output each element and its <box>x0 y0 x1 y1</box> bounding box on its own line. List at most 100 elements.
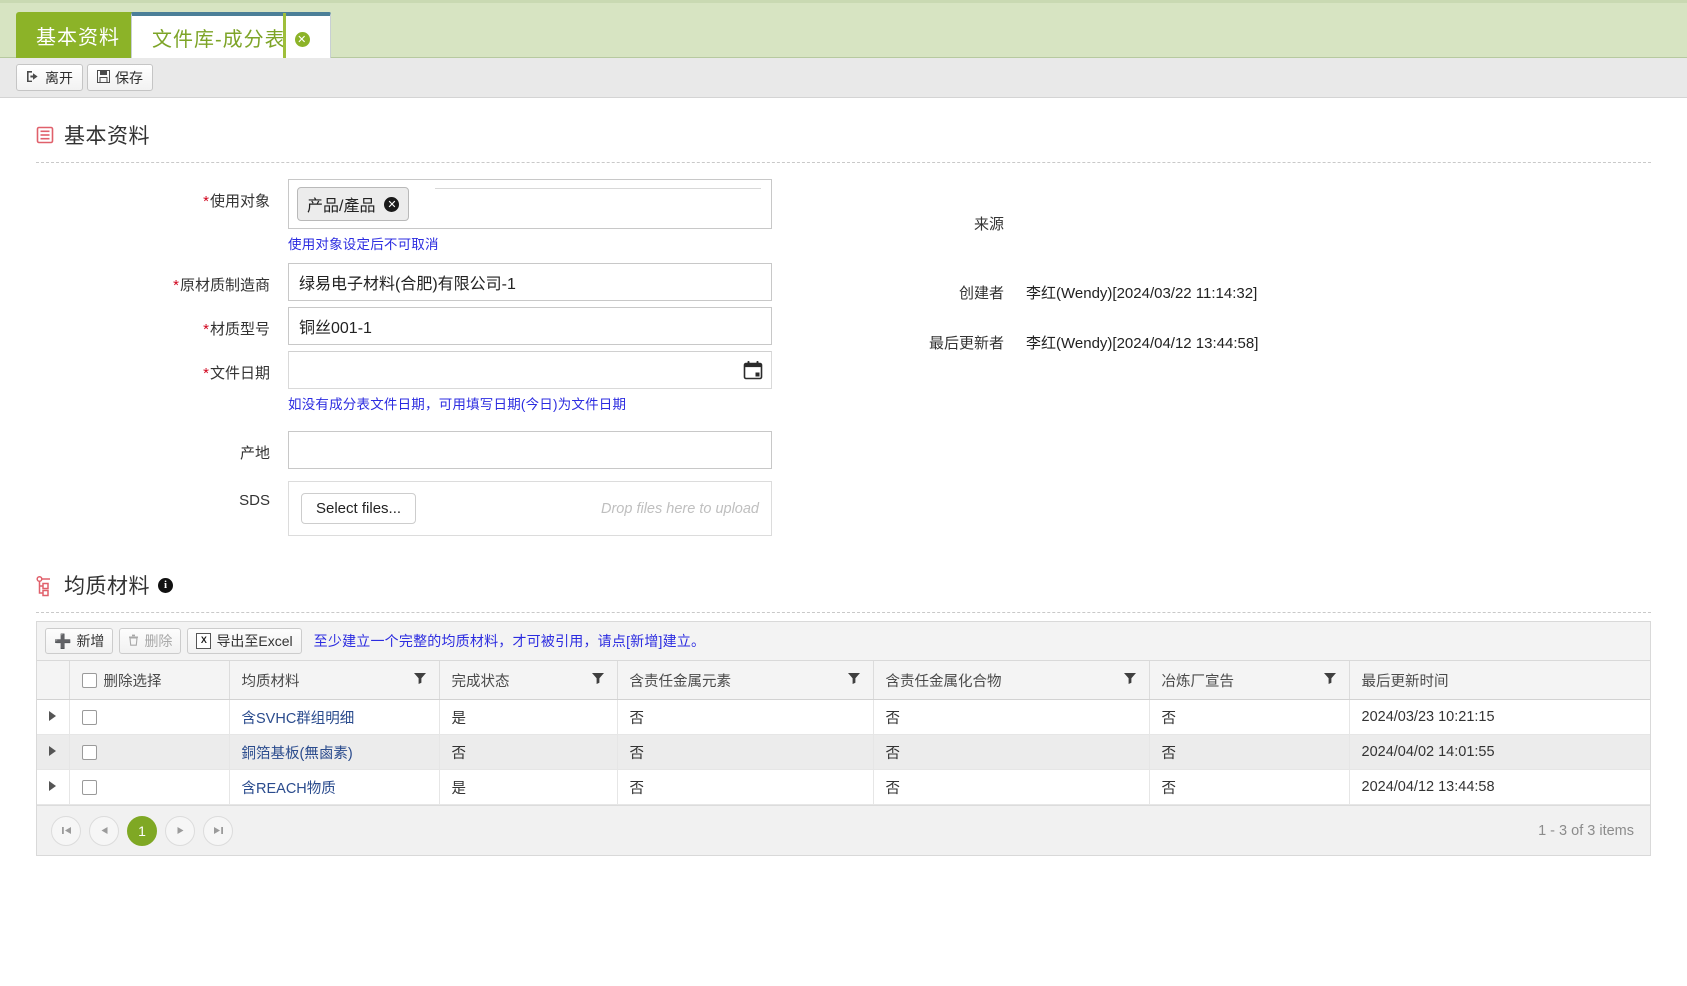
source-label: 来源 <box>973 215 1004 233</box>
leave-button[interactable]: 离开 <box>16 64 83 91</box>
row-checkbox[interactable] <box>81 709 97 725</box>
header-smelter: 冶炼厂宣告 <box>1149 661 1350 700</box>
tab-basic-info-label: 基本资料 <box>36 26 120 49</box>
material-link[interactable]: 銅箔基板(無鹵素) <box>242 746 353 762</box>
basic-info-section-header: 基本资料 <box>36 120 1651 150</box>
filter-icon[interactable] <box>591 671 605 689</box>
expand-icon[interactable] <box>49 781 56 791</box>
row-metal-compound-cell: 否 <box>873 734 1150 770</box>
filter-icon[interactable] <box>1323 671 1337 689</box>
row-select-cell[interactable] <box>69 699 230 735</box>
remove-tag-icon[interactable]: ✕ <box>384 196 400 212</box>
drop-files-hint: Drop files here to upload <box>601 500 759 517</box>
grid-toolbar: ➕ 新增 删除 X 导出至Excel 至少建立一个完整的均质材料，才可被引用，请… <box>37 622 1650 661</box>
table-row[interactable]: 銅箔基板(無鹵素) 否 否 否 否 2024/04/02 14:01:55 <box>37 734 1650 770</box>
filter-icon[interactable] <box>847 671 861 689</box>
header-expand <box>37 661 70 700</box>
row-material-cell: 含REACH物质 <box>229 769 440 805</box>
page-content: 基本资料 *使用对象 产品/產品 ✕ 使用对象设定后不可取消 *原材质制造商 绿… <box>0 120 1687 856</box>
expand-icon[interactable] <box>49 711 56 721</box>
calendar-icon[interactable] <box>742 359 764 381</box>
manufacturer-input[interactable] <box>288 263 772 301</box>
table-header-row: 删除选择 均质材料 完成状态 含责任金属元素 含责任金属化合物 冶炼厂宣告 最后… <box>37 661 1650 700</box>
next-page-button[interactable] <box>165 815 195 846</box>
list-icon <box>36 125 56 145</box>
basic-info-form: *使用对象 产品/產品 ✕ 使用对象设定后不可取消 *原材质制造商 绿易电子材料… <box>36 169 1651 536</box>
header-updated-label: 最后更新时间 <box>1361 673 1449 690</box>
material-table: 删除选择 均质材料 完成状态 含责任金属元素 含责任金属化合物 冶炼厂宣告 最后… <box>37 661 1650 805</box>
usage-target-tag: 产品/產品 ✕ <box>297 187 410 221</box>
field-origin: 产地 <box>36 431 1651 469</box>
material-link[interactable]: 含REACH物质 <box>242 781 336 797</box>
homogeneous-material-title: 均质材料 <box>64 575 150 598</box>
page-1-button[interactable]: 1 <box>127 815 157 846</box>
origin-input[interactable] <box>288 431 772 469</box>
row-smelter-cell: 否 <box>1149 734 1350 770</box>
header-status-label: 完成状态 <box>451 673 510 690</box>
material-model-label: *材质型号 <box>203 321 270 338</box>
file-date-input[interactable] <box>288 351 772 389</box>
excel-icon: X <box>196 633 212 649</box>
previous-page-button[interactable] <box>89 815 119 846</box>
usage-target-multiselect[interactable]: 产品/產品 ✕ <box>288 179 772 229</box>
row-select-cell[interactable] <box>69 734 230 770</box>
row-expander-cell[interactable] <box>37 734 70 770</box>
required-marker: * <box>203 321 209 338</box>
row-material-cell: 銅箔基板(無鹵素) <box>229 734 440 770</box>
row-metal-compound-cell: 否 <box>873 769 1150 805</box>
header-material: 均质材料 <box>229 661 440 700</box>
page-title: 基本资料 <box>64 125 150 148</box>
row-status-cell: 是 <box>439 699 618 735</box>
required-marker: * <box>203 365 209 382</box>
info-icon[interactable]: i <box>158 577 173 593</box>
row-expander-cell[interactable] <box>37 769 70 805</box>
close-icon[interactable]: ✕ <box>294 31 310 47</box>
delete-button[interactable]: 删除 <box>119 628 182 654</box>
table-body: 含SVHC群组明细 是 否 否 否 2024/03/23 10:21:15 銅箔… <box>37 699 1650 805</box>
leave-button-label: 离开 <box>45 69 73 86</box>
row-metal-compound-cell: 否 <box>873 699 1150 735</box>
hierarchy-icon <box>36 575 56 597</box>
header-metal-compound-label: 含责任金属化合物 <box>885 673 1002 690</box>
filter-icon[interactable] <box>1123 671 1137 689</box>
expand-icon[interactable] <box>49 746 56 756</box>
header-metal-element-label: 含责任金属元素 <box>629 673 732 690</box>
command-bar: 离开 保存 <box>0 58 1687 98</box>
file-date-label: *文件日期 <box>203 365 270 382</box>
readonly-last-updater: 最后更新者 李红(Wendy)[2024/04/12 13:44:58] <box>826 317 1386 367</box>
row-smelter-cell: 否 <box>1149 699 1350 735</box>
section-divider <box>36 612 1651 613</box>
save-button[interactable]: 保存 <box>87 64 153 91</box>
last-page-button[interactable] <box>203 815 233 846</box>
first-page-button[interactable] <box>51 815 81 846</box>
row-expander-cell[interactable] <box>37 699 70 735</box>
manufacturer-label: *原材质制造商 <box>173 277 270 294</box>
basic-info-readonly-column: 来源 创建者 李红(Wendy)[2024/03/22 11:14:32] 最后… <box>826 179 1386 367</box>
header-select: 删除选择 <box>69 661 230 700</box>
row-checkbox[interactable] <box>81 744 97 760</box>
sds-label: SDS <box>239 492 270 509</box>
row-checkbox[interactable] <box>81 779 97 795</box>
export-excel-button[interactable]: X 导出至Excel <box>187 628 302 654</box>
select-files-button[interactable]: Select files... <box>301 493 417 524</box>
header-material-label: 均质材料 <box>241 673 300 690</box>
row-updated-cell: 2024/03/23 10:21:15 <box>1349 699 1650 735</box>
filter-icon[interactable] <box>413 671 427 689</box>
grid-toolbar-note: 至少建立一个完整的均质材料，才可被引用，请点[新增]建立。 <box>313 633 706 649</box>
row-smelter-cell: 否 <box>1149 769 1350 805</box>
table-row[interactable]: 含REACH物质 是 否 否 否 2024/04/12 13:44:58 <box>37 769 1650 805</box>
add-button[interactable]: ➕ 新增 <box>45 628 114 654</box>
usage-target-hint: 使用对象设定后不可取消 <box>288 237 439 252</box>
tab-basic-info[interactable]: 基本资料 <box>16 12 140 58</box>
header-status: 完成状态 <box>439 661 618 700</box>
row-select-cell[interactable] <box>69 769 230 805</box>
table-row[interactable]: 含SVHC群组明细 是 否 否 否 2024/03/23 10:21:15 <box>37 699 1650 735</box>
sds-upload-dropzone[interactable]: Select files... Drop files here to uploa… <box>288 481 772 536</box>
row-updated-cell: 2024/04/12 13:44:58 <box>1349 769 1650 805</box>
material-model-input[interactable] <box>288 307 772 345</box>
select-all-checkbox[interactable] <box>81 672 97 688</box>
material-link[interactable]: 含SVHC群组明细 <box>242 711 355 727</box>
pager-item-count: 1 - 3 of 3 items <box>1538 822 1634 839</box>
section-divider <box>36 162 1651 163</box>
tab-file-library-composition[interactable]: 文件库-成分表 ✕ <box>131 12 331 58</box>
